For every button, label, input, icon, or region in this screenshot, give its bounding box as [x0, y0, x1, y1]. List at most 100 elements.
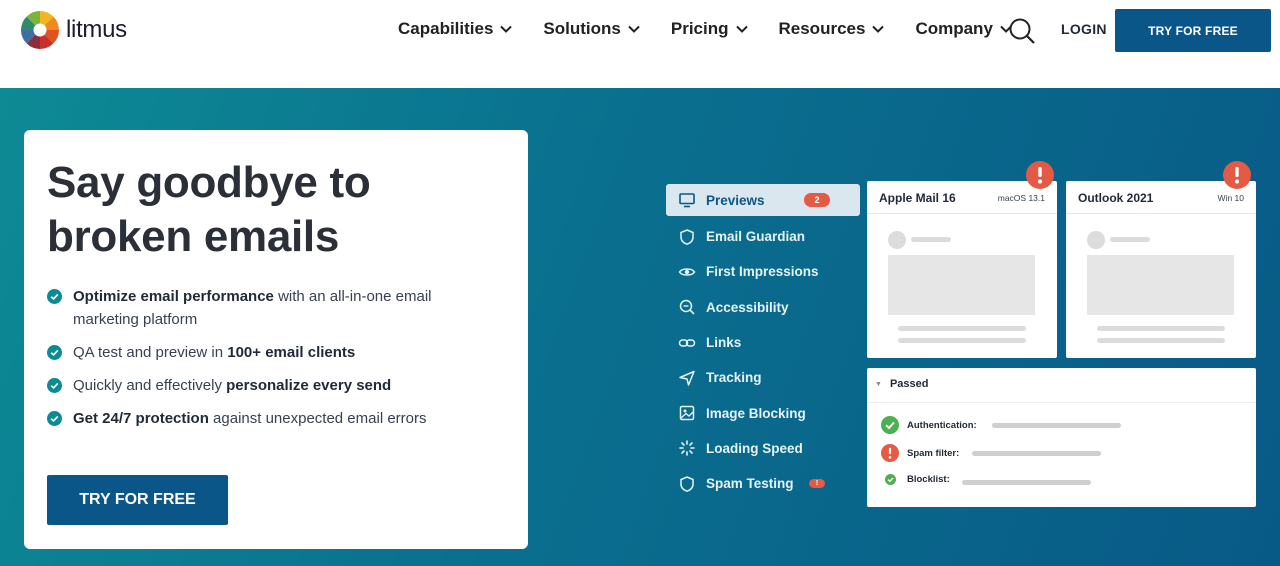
feature-label: Links [706, 335, 742, 351]
feature-loading-speed: Loading Speed [666, 431, 860, 466]
feature-label: Loading Speed [706, 440, 803, 456]
benefit-lead: QA test and preview in [73, 344, 228, 361]
benefit-item: Optimize email performance with an all-i… [47, 285, 487, 331]
check-circle-icon [47, 411, 62, 426]
placeholder-image [1087, 255, 1234, 315]
alert-icon [1223, 161, 1251, 189]
eye-icon [678, 268, 696, 276]
alert-icon [881, 444, 899, 462]
feature-label: Tracking [706, 370, 762, 386]
result-row-authentication: Authentication: [881, 416, 977, 434]
check-circle-icon [47, 378, 62, 393]
login-link[interactable]: LOGIN [1061, 21, 1107, 37]
feature-label: Spam Testing [706, 476, 794, 492]
shield-icon [680, 475, 694, 492]
pane-header: Apple Mail 16 macOS 13.1 [879, 191, 1045, 205]
result-row-spam-filter: Spam filter: [881, 444, 959, 462]
divider [867, 402, 1256, 403]
pane-os: Win 10 [1217, 193, 1244, 203]
results-title: Passed [889, 378, 929, 390]
placeholder-line [1110, 237, 1150, 242]
chevron-down-icon [500, 25, 513, 33]
send-icon [679, 370, 695, 386]
alert-icon [1026, 161, 1054, 189]
link-icon [678, 338, 696, 347]
benefit-strong: 100+ email clients [227, 344, 356, 361]
feature-accessibility: Accessibility [666, 290, 860, 325]
hero-section: Say goodbye to broken emails Optimize em… [0, 88, 1280, 566]
chevron-down-icon [735, 25, 748, 33]
shield-icon [680, 228, 694, 245]
result-label: Authentication: [907, 419, 977, 431]
hero-try-for-free-button[interactable]: TRY FOR FREE [47, 475, 228, 525]
menu-label: Company [915, 19, 993, 38]
preview-pane-apple-mail: Apple Mail 16 macOS 13.1 [867, 181, 1057, 358]
feature-spam-testing: Spam Testing ! [666, 466, 860, 501]
monitor-icon [679, 193, 695, 208]
menu-pricing[interactable]: Pricing [671, 18, 749, 40]
feature-label: Image Blocking [706, 405, 806, 421]
placeholder-avatar [888, 231, 906, 249]
menu-label: Resources [778, 19, 866, 38]
feature-previews: Previews 2 [666, 184, 860, 216]
chevron-down-icon [872, 25, 885, 33]
pane-client: Apple Mail 16 [879, 191, 956, 205]
feature-image-blocking: Image Blocking [666, 395, 860, 430]
nav-try-for-free-button[interactable]: TRY FOR FREE [1115, 9, 1271, 52]
preview-pane-outlook: Outlook 2021 Win 10 [1066, 181, 1256, 358]
hero-title: Say goodbye to broken emails [47, 158, 371, 261]
feature-label: Previews [706, 192, 765, 208]
pane-client: Outlook 2021 [1078, 191, 1154, 205]
result-label: Spam filter: [907, 447, 960, 459]
menu-company[interactable]: Company [915, 18, 1012, 40]
count-badge: 2 [804, 193, 830, 207]
image-icon [679, 405, 695, 421]
main-menu: Capabilities Solutions Pricing Resources… [398, 18, 1043, 40]
alert-badge: ! [809, 479, 825, 489]
hero-benefits-list: Optimize email performance with an all-i… [47, 285, 487, 440]
pane-os: macOS 13.1 [997, 193, 1045, 203]
feature-label: Accessibility [706, 299, 789, 315]
result-row-blocklist: Blocklist: [885, 474, 950, 485]
zoom-icon [679, 299, 695, 315]
brand-name: litmus [66, 16, 127, 43]
menu-label: Capabilities [398, 19, 494, 38]
hero-card: Say goodbye to broken emails Optimize em… [24, 130, 528, 549]
placeholder-line [898, 326, 1026, 331]
menu-capabilities[interactable]: Capabilities [398, 18, 513, 40]
menu-solutions[interactable]: Solutions [543, 18, 640, 40]
feature-tracking: Tracking [666, 360, 860, 395]
feature-label: First Impressions [706, 264, 819, 280]
results-header: ▼ Passed [875, 378, 928, 390]
placeholder-line [992, 423, 1121, 428]
feature-label: Email Guardian [706, 229, 806, 245]
feature-first-impressions: First Impressions [666, 254, 860, 289]
feature-list: Previews 2 Email Guardian First Impressi… [666, 184, 860, 501]
pane-header: Outlook 2021 Win 10 [1078, 191, 1244, 205]
litmus-wheel-icon [21, 11, 59, 49]
placeholder-line [911, 237, 951, 242]
top-navigation: litmus Capabilities Solutions Pricing Re… [0, 0, 1280, 88]
menu-label: Pricing [670, 19, 729, 38]
divider [867, 213, 1057, 214]
check-circle-icon [885, 474, 896, 485]
check-circle-icon [47, 289, 62, 304]
placeholder-avatar [1087, 231, 1105, 249]
placeholder-image [888, 255, 1035, 315]
placeholder-line [1097, 326, 1225, 331]
benefit-item: QA test and preview in 100+ email client… [47, 341, 487, 364]
benefit-strong: Optimize email performance [73, 288, 274, 305]
litmus-logo[interactable]: litmus [20, 10, 127, 50]
benefit-strong: Get 24/7 protection [73, 410, 209, 427]
search-icon[interactable] [1008, 17, 1036, 45]
check-circle-icon [47, 345, 62, 360]
placeholder-line [962, 480, 1091, 485]
loader-icon [679, 440, 695, 457]
menu-resources[interactable]: Resources [779, 18, 886, 40]
benefit-text: against unexpected email errors [208, 410, 427, 427]
placeholder-line [1097, 338, 1225, 343]
result-label: Blocklist: [907, 474, 950, 485]
collapse-triangle-icon: ▼ [875, 380, 882, 388]
test-results-panel: ▼ Passed Authentication: Spam filter: Bl… [867, 368, 1256, 507]
placeholder-line [898, 338, 1026, 343]
